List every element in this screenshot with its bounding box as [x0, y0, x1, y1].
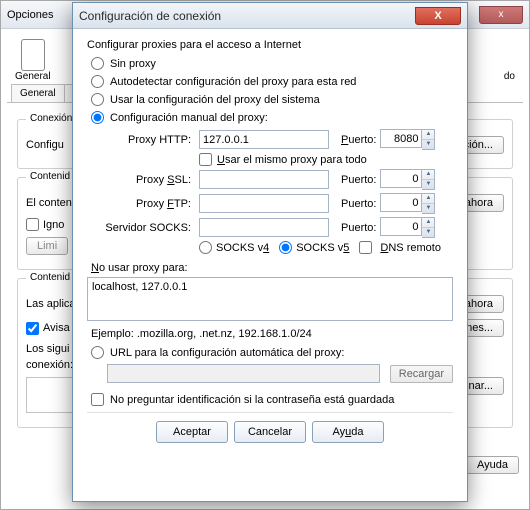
avisar-checkbox[interactable]	[26, 322, 39, 335]
reload-button[interactable]: Recargar	[390, 365, 453, 383]
label-ssl-port: Puerto:	[341, 174, 376, 186]
radio-row-no-proxy[interactable]: Sin proxy	[91, 57, 453, 70]
dialog-close-button[interactable]: X	[415, 7, 461, 25]
label-socks-server: Servidor SOCKS:	[105, 222, 195, 234]
conexion-label-2: conexión:	[26, 359, 73, 371]
category-general[interactable]: General	[15, 39, 51, 82]
category-label: General	[15, 71, 51, 82]
label-ftp-port: Puerto:	[341, 198, 376, 210]
avisar-label: Avisa	[43, 322, 70, 334]
label-socks4: SOCKS v4	[216, 242, 269, 254]
input-ftp-port[interactable]	[380, 193, 422, 212]
label-http-proxy: Proxy HTTP:	[117, 134, 195, 146]
connection-settings-dialog: Configuración de conexión X Configurar p…	[72, 2, 468, 502]
spinner-ssl-port[interactable]: ▲▼	[380, 169, 435, 190]
accept-button[interactable]: Aceptar	[156, 421, 228, 443]
label-no-proxy-for: No usar proxy para:	[91, 262, 453, 274]
radio-row-manual[interactable]: Configuración manual del proxy:	[91, 111, 453, 124]
radio-no-proxy-label: Sin proxy	[110, 58, 156, 70]
dialog-heading: Configurar proxies para el acceso a Inte…	[87, 39, 453, 51]
checkbox-dns-remote[interactable]	[359, 241, 372, 254]
radio-autodetect-label: Autodetectar configuración del proxy par…	[110, 76, 356, 88]
aplicaciones-text: Las aplica	[26, 298, 76, 310]
radio-autodetect[interactable]	[91, 75, 104, 88]
input-ftp-host[interactable]	[199, 194, 329, 213]
spin-up-icon[interactable]: ▲	[422, 218, 434, 228]
ignorar-checkbox[interactable]	[26, 218, 39, 231]
label-http-port: Puerto:	[341, 134, 376, 146]
spinner-http-port[interactable]: ▲▼	[380, 129, 435, 150]
label-ftp-proxy: Proxy FTP:	[117, 198, 195, 210]
example-text: Ejemplo: .mozilla.org, .net.nz, 192.168.…	[91, 328, 453, 340]
tab-general[interactable]: General	[11, 84, 65, 102]
checkbox-same-proxy[interactable]	[199, 153, 212, 166]
close-icon: x	[499, 9, 504, 20]
label-no-ask-password: No preguntar identificación si la contra…	[110, 394, 394, 406]
category-label-partial: do	[504, 71, 515, 82]
close-icon: X	[434, 10, 441, 22]
label-same-proxy: Usar el mismo proxy para todo	[217, 154, 367, 166]
ignorar-label: Igno	[43, 219, 64, 231]
radio-socks4[interactable]	[199, 241, 212, 254]
conexion-text: Configu	[26, 139, 64, 151]
check-row-dns-remote[interactable]: DNS remoto	[359, 241, 441, 254]
radio-socks5[interactable]	[279, 241, 292, 254]
input-auto-url[interactable]	[107, 364, 380, 383]
dialog-titlebar: Configuración de conexión X	[73, 3, 467, 29]
radio-manual[interactable]	[91, 111, 104, 124]
limitar-button[interactable]: Limi	[26, 237, 68, 255]
phone-icon	[21, 39, 45, 71]
input-ssl-port[interactable]	[380, 169, 422, 188]
options-close-button[interactable]: x	[479, 6, 523, 24]
help-button[interactable]: Ayuda	[312, 421, 384, 443]
radio-no-proxy[interactable]	[91, 57, 104, 70]
radio-auto-url[interactable]	[91, 346, 104, 359]
spin-down-icon[interactable]: ▼	[422, 204, 434, 214]
label-ssl-proxy: Proxy SSL:	[117, 174, 195, 186]
radio-system-label: Usar la configuración del proxy del sist…	[110, 94, 320, 106]
spinner-socks-port[interactable]: ▲▼	[380, 217, 435, 238]
legend-contenido-2: Contenid	[26, 272, 74, 283]
spin-up-icon[interactable]: ▲	[422, 194, 434, 204]
spin-up-icon[interactable]: ▲	[422, 130, 434, 140]
radio-row-auto-url[interactable]: URL para la configuración automática del…	[91, 346, 453, 359]
legend-contenido: Contenid	[26, 171, 74, 182]
spin-down-icon[interactable]: ▼	[422, 140, 434, 150]
radio-row-socks4[interactable]: SOCKS v4	[199, 241, 269, 254]
radio-system[interactable]	[91, 93, 104, 106]
radio-row-system[interactable]: Usar la configuración del proxy del sist…	[91, 93, 453, 106]
radio-row-autodetect[interactable]: Autodetectar configuración del proxy par…	[91, 75, 453, 88]
contenido-text: El conten	[26, 197, 72, 209]
label-dns-remote: DNS remoto	[380, 242, 441, 254]
radio-auto-url-label: URL para la configuración automática del…	[110, 347, 344, 359]
spin-up-icon[interactable]: ▲	[422, 170, 434, 180]
cancel-button[interactable]: Cancelar	[234, 421, 306, 443]
spin-down-icon[interactable]: ▼	[422, 180, 434, 190]
los-siguientes-label: Los sigui	[26, 343, 69, 355]
spin-down-icon[interactable]: ▼	[422, 228, 434, 238]
checkbox-no-ask-password[interactable]	[91, 393, 104, 406]
manual-proxy-form: Proxy HTTP: Puerto: ▲▼ Usar el mismo pro…	[117, 129, 453, 254]
label-socks5: SOCKS v5	[296, 242, 349, 254]
label-socks-port: Puerto:	[341, 222, 376, 234]
category-partial[interactable]: do	[504, 39, 515, 82]
input-socks-port[interactable]	[380, 217, 422, 236]
input-ssl-host[interactable]	[199, 170, 329, 189]
spinner-ftp-port[interactable]: ▲▼	[380, 193, 435, 214]
options-title: Opciones	[7, 9, 53, 21]
textarea-no-proxy[interactable]	[87, 277, 453, 321]
legend-conexion: Conexión	[26, 113, 76, 124]
options-ayuda-button[interactable]: Ayuda	[466, 456, 519, 474]
radio-manual-label: Configuración manual del proxy:	[110, 112, 268, 124]
dialog-title: Configuración de conexión	[79, 9, 221, 23]
input-http-port[interactable]	[380, 129, 422, 148]
dialog-footer: Aceptar Cancelar Ayuda	[87, 412, 453, 453]
input-http-host[interactable]	[199, 130, 329, 149]
input-socks-host[interactable]	[199, 218, 329, 237]
radio-row-socks5[interactable]: SOCKS v5	[279, 241, 349, 254]
